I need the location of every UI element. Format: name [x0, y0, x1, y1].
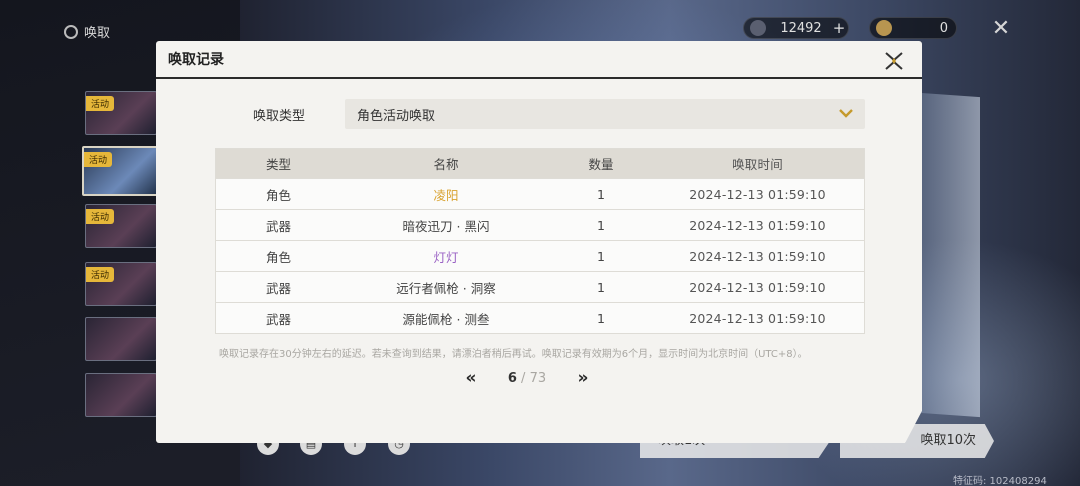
cell-quantity: 1 [597, 217, 605, 233]
banner-thumb-5[interactable] [85, 317, 157, 361]
cell-type: 武器 [265, 280, 291, 296]
cell-type: 角色 [265, 249, 291, 265]
table-row: 角色 凌阳 1 2024-12-13 01:59:10 [216, 178, 864, 209]
column-header-quantity: 数量 [588, 157, 614, 172]
screen-title-label: 唤取 [84, 26, 111, 41]
current-page: 6 [507, 370, 517, 386]
banner-thumb-1[interactable]: 活动 [85, 91, 157, 135]
cell-time: 2024-12-13 01:59:10 [689, 248, 826, 264]
event-tag: 活动 [86, 209, 115, 224]
player-uid: 特征码: 102408294 [953, 476, 1047, 486]
cell-quantity: 1 [597, 186, 605, 202]
total-pages: 73 [529, 370, 547, 386]
delay-notice: 唤取记录存在30分钟左右的延迟。若未查询到结果，请漂泊者稍后再试。唤取记录有效期… [219, 349, 808, 360]
cell-name: 暗夜迅刀 · 黑闪 [402, 218, 490, 234]
background-decoration [920, 92, 980, 418]
event-tag: 活动 [86, 96, 115, 111]
table-row: 角色 灯灯 1 2024-12-13 01:59:10 [216, 240, 864, 271]
convene-history-dialog: 唤取记录 唤取类型 角色活动唤取 类型 名称 数量 唤取时间 角色 凌阳 1 2024… [156, 41, 922, 443]
add-currency-icon[interactable]: + [830, 19, 848, 37]
event-tag: 活动 [86, 267, 115, 282]
table-row: 武器 暗夜迅刀 · 黑闪 1 2024-12-13 01:59:10 [216, 209, 864, 240]
column-header-time: 唤取时间 [732, 157, 783, 172]
banner-thumb-4[interactable]: 活动 [85, 262, 157, 306]
type-filter-dropdown[interactable]: 角色活动唤取 [345, 99, 865, 129]
currency-coin-display[interactable]: 0 [869, 17, 957, 39]
type-filter-label: 唤取类型 [253, 108, 306, 124]
event-tag: 活动 [84, 152, 113, 167]
banner-thumb-2[interactable]: 活动 [82, 146, 160, 196]
dialog-header: 唤取记录 [156, 41, 922, 79]
currency-coin-value: 0 [939, 20, 948, 36]
type-filter-row: 唤取类型 角色活动唤取 [253, 99, 865, 129]
cell-type: 武器 [265, 218, 291, 234]
cell-time: 2024-12-13 01:59:10 [689, 186, 826, 202]
cell-quantity: 1 [597, 310, 605, 326]
close-dialog-icon[interactable] [884, 51, 904, 71]
cell-quantity: 1 [597, 279, 605, 295]
page-indicator: 6 / 73 [486, 371, 568, 386]
cell-quantity: 1 [597, 248, 605, 264]
chevron-down-icon [839, 106, 853, 122]
table-row: 武器 远行者佩枪 · 洞察 1 2024-12-13 01:59:10 [216, 271, 864, 302]
cell-name: 凌阳 [433, 187, 459, 203]
cell-time: 2024-12-13 01:59:10 [689, 310, 826, 326]
cell-name: 灯灯 [433, 249, 459, 265]
table-header: 类型 名称 数量 唤取时间 [216, 149, 864, 178]
next-page-button[interactable]: » [568, 368, 598, 388]
screen-title: 唤取 [64, 22, 110, 41]
cell-time: 2024-12-13 01:59:10 [689, 217, 826, 233]
type-filter-value: 角色活动唤取 [357, 108, 436, 124]
star-currency-icon [750, 20, 766, 36]
coin-currency-icon [876, 20, 892, 36]
page-separator: / [521, 370, 526, 386]
table-row: 武器 源能佩枪 · 测叁 1 2024-12-13 01:59:10 [216, 302, 864, 333]
column-header-name: 名称 [433, 157, 459, 172]
cell-name: 源能佩枪 · 测叁 [402, 311, 490, 327]
prev-page-button[interactable]: « [456, 368, 486, 388]
dialog-title: 唤取记录 [168, 52, 224, 68]
cell-name: 远行者佩枪 · 洞察 [396, 280, 496, 296]
column-header-type: 类型 [265, 157, 291, 172]
currency-star-value: 12492 [780, 20, 822, 36]
history-table: 类型 名称 数量 唤取时间 角色 凌阳 1 2024-12-13 01:59:10 武器… [215, 148, 865, 334]
pagination: « 6 / 73 » [456, 368, 598, 388]
banner-thumb-3[interactable]: 活动 [85, 204, 157, 248]
cell-type: 角色 [265, 187, 291, 203]
banner-thumb-6[interactable] [85, 373, 157, 417]
convene-icon [64, 24, 78, 39]
currency-star-display[interactable]: 12492 + [743, 17, 849, 39]
close-screen-icon[interactable]: ✕ [990, 18, 1012, 40]
cell-time: 2024-12-13 01:59:10 [689, 279, 826, 295]
cell-type: 武器 [265, 311, 291, 327]
